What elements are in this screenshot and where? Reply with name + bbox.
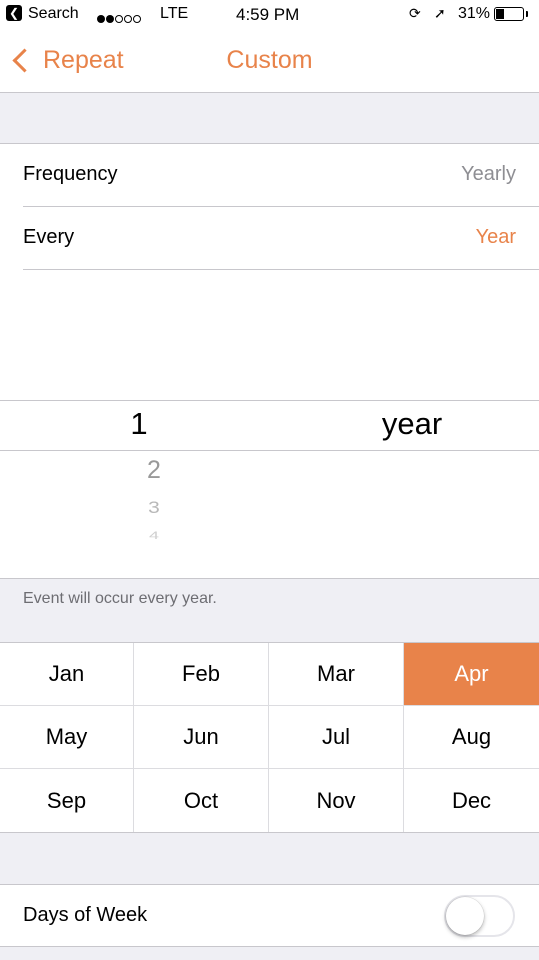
frequency-label: Frequency	[23, 163, 118, 185]
month-sep-button[interactable]: Sep	[0, 769, 134, 832]
month-jan-button[interactable]: Jan	[0, 643, 134, 706]
days-of-week-toggle[interactable]	[444, 895, 515, 937]
toggle-knob	[446, 897, 484, 935]
divider	[23, 269, 539, 270]
back-to-app-icon[interactable]: ❮	[6, 5, 22, 21]
back-to-app-label[interactable]: Search	[28, 5, 79, 23]
month-oct-button[interactable]: Oct	[134, 769, 269, 832]
picker-option[interactable]: 3	[124, 498, 184, 517]
month-mar-button[interactable]: Mar	[269, 643, 404, 706]
rotation-lock-icon: ⟳	[409, 5, 421, 21]
navigation-bar: Repeat Custom	[0, 30, 539, 93]
month-may-button[interactable]: May	[0, 706, 134, 769]
every-row[interactable]: Every Year	[0, 207, 539, 269]
frequency-row[interactable]: Frequency Yearly	[0, 144, 539, 206]
battery-tip	[526, 11, 528, 17]
repeat-summary-note: Event will occur every year.	[23, 590, 217, 607]
signal-strength-icon	[97, 10, 142, 28]
page-title: Custom	[226, 46, 313, 74]
days-of-week-row: Days of Week	[0, 884, 539, 947]
month-jul-button[interactable]: Jul	[269, 706, 404, 769]
every-value: Year	[475, 226, 516, 248]
battery-percent: 31%	[458, 5, 491, 22]
location-arrow-icon: ➚	[434, 5, 446, 21]
every-label: Every	[23, 226, 75, 248]
month-aug-button[interactable]: Aug	[404, 706, 539, 769]
month-apr-button[interactable]: Apr	[404, 643, 539, 706]
status-bar: ❮ Search LTE 4:59 PM ⟳ ➚ 31%	[0, 0, 539, 30]
picker-selection-bottom-line	[0, 450, 539, 451]
repeat-settings-group: Frequency Yearly Every Year 1 year 2 3 4	[0, 143, 539, 579]
month-jun-button[interactable]: Jun	[134, 706, 269, 769]
month-feb-button[interactable]: Feb	[134, 643, 269, 706]
days-of-week-label: Days of Week	[23, 904, 148, 926]
picker-option[interactable]: 2	[124, 456, 184, 485]
battery-icon	[494, 7, 524, 21]
picker-option[interactable]: 4	[124, 529, 184, 539]
month-dec-button[interactable]: Dec	[404, 769, 539, 832]
status-time: 4:59 PM	[236, 5, 300, 24]
picker-selected-number[interactable]: 1	[109, 406, 169, 442]
frequency-value: Yearly	[461, 163, 516, 185]
month-nov-button[interactable]: Nov	[269, 769, 404, 832]
picker-unit[interactable]: year	[362, 406, 462, 442]
picker-selection-top-line	[0, 400, 539, 401]
month-grid: Jan Feb Mar Apr May Jun Jul Aug Sep Oct Nov Dec	[0, 642, 539, 833]
carrier-label: LTE	[160, 5, 189, 22]
